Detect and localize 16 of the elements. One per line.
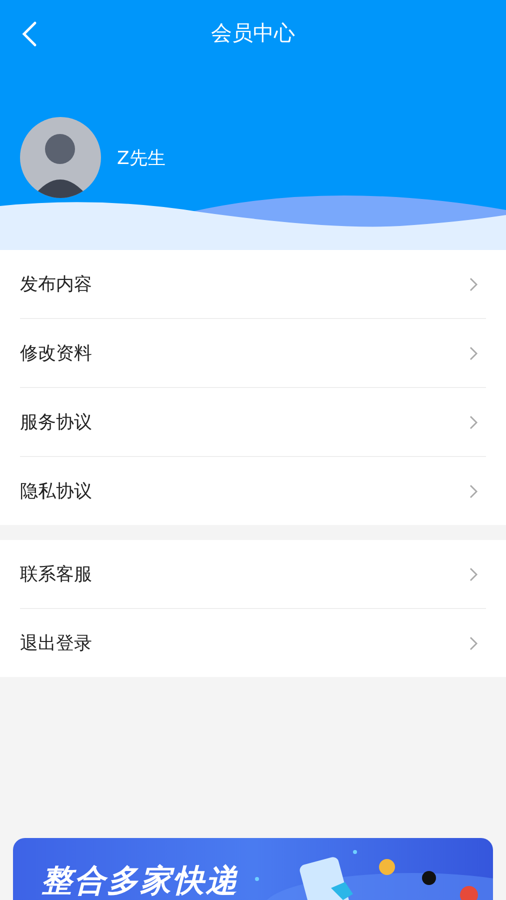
chevron-icon xyxy=(469,276,478,292)
chevron-icon xyxy=(469,636,478,650)
banner-title: 整合多家快递 xyxy=(41,862,239,900)
menu-item[interactable]: 修改资料 xyxy=(20,341,92,365)
chevron-icon xyxy=(469,566,478,582)
chevron-icon xyxy=(469,414,478,430)
chevron-icon xyxy=(469,346,478,360)
chevron-icon xyxy=(469,484,478,498)
menu-item[interactable]: 退出登录 xyxy=(20,631,92,655)
menu-item[interactable]: 服务协议 xyxy=(20,410,92,434)
menu-item[interactable]: 发布内容 xyxy=(20,272,92,296)
page-title: 会员中心 xyxy=(211,20,295,47)
user-name: Z先生 xyxy=(117,146,166,170)
menu-item[interactable]: 隐私协议 xyxy=(20,479,92,503)
back-icon[interactable] xyxy=(20,21,38,47)
menu-item[interactable]: 联系客服 xyxy=(20,562,92,586)
